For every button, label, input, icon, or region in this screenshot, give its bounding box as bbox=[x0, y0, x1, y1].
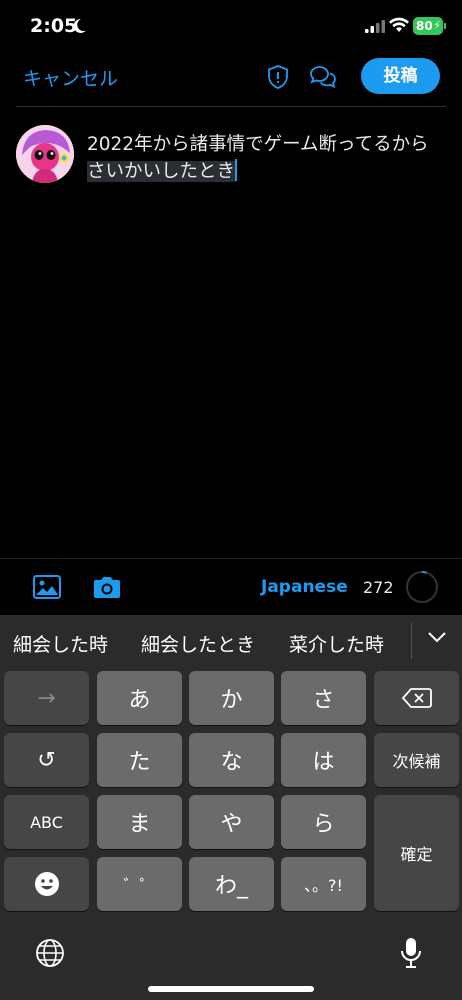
keyboard: 細会した時 細会したとき 菜介した時 → あ か さ ↺ た な は 次候補 A… bbox=[0, 615, 462, 1000]
image-icon[interactable] bbox=[33, 575, 61, 599]
key-ka[interactable]: か bbox=[189, 671, 274, 725]
key-a[interactable]: あ bbox=[97, 671, 182, 725]
marked-text: さいかいしたとき bbox=[87, 161, 236, 182]
home-indicator bbox=[148, 986, 314, 992]
compose-toolbar: Japanese 272 bbox=[0, 558, 462, 615]
compose-text-line: 2022年から諸事情でゲーム断ってるから bbox=[87, 134, 429, 155]
camera-icon[interactable] bbox=[92, 575, 122, 600]
emoji-icon bbox=[34, 872, 59, 896]
avatar[interactable] bbox=[16, 125, 74, 183]
next-candidate-key[interactable]: 次候補 bbox=[374, 733, 459, 787]
suggestion-bar: 細会した時 細会したとき 菜介した時 bbox=[0, 615, 462, 667]
key-wa[interactable]: わ_ bbox=[189, 857, 274, 911]
cancel-button[interactable]: キャンセル bbox=[23, 64, 118, 91]
suggestion-divider bbox=[411, 623, 412, 659]
wifi-icon bbox=[389, 17, 409, 32]
avatar-image bbox=[16, 125, 74, 183]
delete-icon bbox=[401, 688, 432, 708]
charging-icon: ⚡ bbox=[433, 19, 441, 32]
character-count: 272 bbox=[363, 578, 394, 597]
key-ta[interactable]: た bbox=[97, 733, 182, 787]
suggestion-1[interactable]: 細会した時 bbox=[13, 630, 108, 657]
confirm-key[interactable]: 確定 bbox=[374, 795, 459, 911]
delete-key[interactable] bbox=[374, 671, 459, 725]
key-ma[interactable]: ま bbox=[97, 795, 182, 849]
compose-header: キャンセル 投稿 bbox=[0, 56, 462, 106]
compose-input[interactable]: 2022年から諸事情でゲーム断ってるから さいかいしたとき bbox=[87, 131, 447, 185]
text-caret bbox=[235, 159, 238, 181]
battery-level: 80 bbox=[416, 19, 433, 33]
language-label[interactable]: Japanese bbox=[261, 577, 348, 597]
moon-icon bbox=[73, 18, 86, 33]
shield-icon[interactable] bbox=[266, 64, 290, 90]
status-bar: 2:05 80 ⚡ bbox=[0, 0, 462, 56]
emoji-key[interactable] bbox=[4, 857, 89, 911]
globe-icon[interactable] bbox=[35, 938, 65, 968]
header-divider bbox=[16, 106, 446, 107]
conversation-icon[interactable] bbox=[308, 64, 338, 90]
chevron-down-icon[interactable] bbox=[428, 631, 446, 643]
microphone-icon[interactable] bbox=[399, 936, 423, 970]
post-button[interactable]: 投稿 bbox=[361, 58, 440, 94]
battery-indicator: 80 ⚡ bbox=[413, 17, 443, 35]
undo-key[interactable]: ↺ bbox=[4, 733, 89, 787]
punctuation-key[interactable]: 、。?! bbox=[281, 857, 366, 911]
arrow-key[interactable]: → bbox=[4, 671, 89, 725]
progress-ring-icon bbox=[406, 571, 438, 603]
key-na[interactable]: な bbox=[189, 733, 274, 787]
battery-cap bbox=[444, 23, 446, 29]
suggestion-3[interactable]: 菜介した時 bbox=[289, 630, 384, 657]
abc-key[interactable]: ABC bbox=[4, 795, 89, 849]
key-ra[interactable]: ら bbox=[281, 795, 366, 849]
signal-icon bbox=[365, 20, 385, 33]
key-ya[interactable]: や bbox=[189, 795, 274, 849]
suggestion-2[interactable]: 細会したとき bbox=[141, 630, 255, 657]
key-ha[interactable]: は bbox=[281, 733, 366, 787]
key-sa[interactable]: さ bbox=[281, 671, 366, 725]
dakuten-key[interactable]: ゛゜ bbox=[97, 857, 182, 911]
